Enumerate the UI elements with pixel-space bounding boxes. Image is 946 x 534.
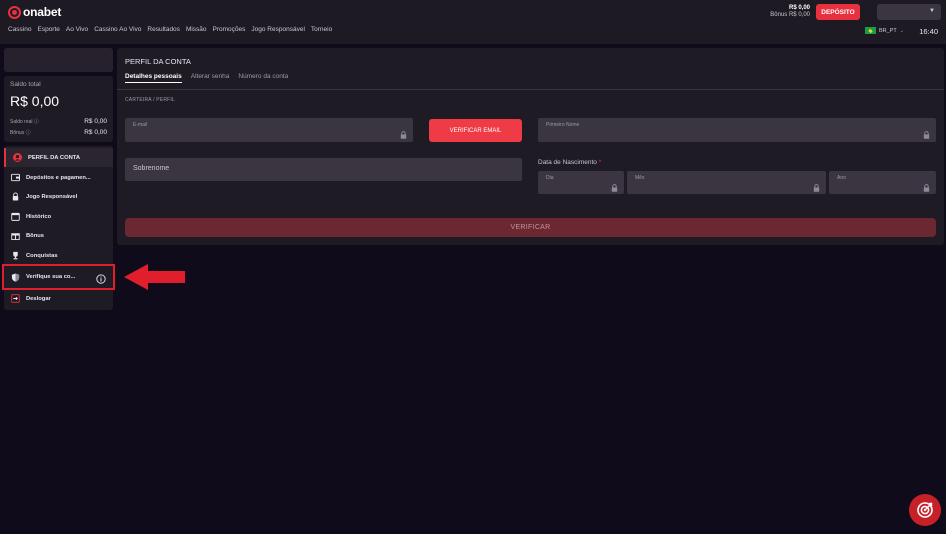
sidebar-top-block [4, 48, 113, 72]
trophy-icon [11, 251, 20, 260]
sidebar-item-achievements[interactable]: Conquistas [4, 246, 113, 265]
email-placeholder: E-mail [133, 122, 148, 128]
chevron-down-icon: ⌄ [899, 27, 904, 34]
lock-icon [923, 179, 930, 197]
dob-month-placeholder: Mês [635, 175, 645, 181]
wallet-icon [11, 173, 20, 182]
brand-logo[interactable]: onabet [8, 5, 61, 19]
lock-icon [400, 126, 407, 144]
header-balance: R$ 0,00 Bônus R$ 0,00 [770, 5, 810, 19]
support-fab[interactable] [909, 494, 941, 526]
nav-item-jogo-responsavel[interactable]: Jogo Responsável [251, 26, 304, 33]
sidebar-item-responsible-gaming[interactable]: Jogo Responsável [4, 187, 113, 206]
language-label: BR_PT [879, 27, 897, 34]
balance-card: Saldo total R$ 0,00 Saldo real ⓘ R$ 0,00… [4, 76, 113, 142]
account-dropdown[interactable]: ▼ [877, 4, 941, 20]
dob-day-placeholder: Dia [546, 175, 554, 181]
date-of-birth-text: Data de Nascimento [538, 159, 597, 166]
tab-account-number[interactable]: Número da conta [238, 73, 288, 83]
dob-year-select[interactable]: Ano [829, 171, 936, 194]
chevron-down-icon: ▼ [929, 8, 935, 14]
page-title: PERFIL DA CONTA [125, 57, 191, 66]
lock-icon [813, 179, 820, 197]
clock: 16:40 [919, 27, 938, 36]
profile-tabs: Detalhes pessoais Alterar senha Número d… [125, 73, 288, 83]
sidebar-item-history[interactable]: Histórico [4, 207, 113, 226]
dob-day-select[interactable]: Dia [538, 171, 624, 194]
sidebar-item-logout[interactable]: Deslogar [4, 289, 113, 308]
email-field[interactable]: E-mail [125, 118, 413, 142]
account-menu: PERFIL DA CONTA Depósitos e pagamen... J… [2, 146, 115, 310]
gift-icon [11, 231, 20, 240]
language-selector[interactable]: BR_PT ⌄ [865, 27, 904, 34]
dob-year-placeholder: Ano [837, 175, 846, 181]
shield-icon [11, 272, 20, 282]
calendar-icon [11, 212, 20, 221]
total-balance-value: R$ 0,00 [10, 93, 60, 109]
sidebar-item-label: PERFIL DA CONTA [28, 154, 81, 161]
sidebar-item-label: Verifique sua co... [26, 274, 76, 280]
required-marker: * [598, 159, 602, 166]
sidebar-item-deposits[interactable]: Depósitos e pagamen... [4, 168, 113, 187]
nav-item-ao-vivo[interactable]: Ao Vivo [66, 26, 88, 33]
sidebar-item-label: Jogo Responsável [26, 193, 78, 200]
verify-button[interactable]: VERIFICAR [125, 218, 936, 237]
nav-item-missao[interactable]: Missão [186, 26, 207, 33]
nav-item-resultados[interactable]: Resultados [147, 26, 180, 33]
real-balance-row: Saldo real ⓘ R$ 0,00 [10, 118, 107, 125]
header-bonus-amount: Bônus R$ 0,00 [770, 12, 810, 18]
nav-item-esporte[interactable]: Esporte [37, 26, 59, 33]
date-of-birth-label: Data de Nascimento * [538, 159, 601, 166]
divider [117, 89, 944, 90]
info-icon[interactable] [96, 271, 106, 289]
logout-icon [11, 294, 20, 303]
sidebar-item-label: Conquistas [26, 252, 58, 259]
first-name-field[interactable]: Primeiro Nome [538, 118, 936, 142]
tab-change-password[interactable]: Alterar senha [191, 73, 230, 83]
last-name-placeholder: Sobrenome [133, 165, 170, 172]
last-name-field[interactable]: Sobrenome [125, 158, 522, 181]
nav-item-torneio[interactable]: Torneio [311, 26, 332, 33]
target-icon [917, 502, 933, 518]
user-icon [13, 153, 22, 162]
deposit-button[interactable]: DEPÓSITO [816, 4, 860, 20]
header-balance-amount: R$ 0,00 [788, 5, 810, 11]
verify-email-button[interactable]: VERIFICAR EMAIL [429, 119, 522, 142]
logo-text: onabet [23, 5, 62, 19]
sidebar-item-label: Bônus [26, 232, 45, 239]
first-name-placeholder: Primeiro Nome [546, 122, 580, 128]
lock-icon [923, 126, 930, 144]
logo-icon [8, 5, 21, 19]
bonus-balance-label: Bônus ⓘ [10, 130, 31, 136]
dob-month-select[interactable]: Mês [627, 171, 826, 194]
lock-icon [11, 192, 20, 201]
total-balance-label: Saldo total [10, 81, 41, 88]
breadcrumb: CARTEIRA / PERFIL [125, 97, 175, 103]
bonus-balance-value: R$ 0,00 [84, 129, 107, 136]
sidebar-item-account-profile[interactable]: PERFIL DA CONTA [4, 148, 113, 167]
sidebar-item-bonus[interactable]: Bônus [4, 226, 113, 245]
nav-item-cassino[interactable]: Cassino [8, 26, 31, 33]
lock-icon [611, 179, 618, 197]
brazil-flag-icon [865, 27, 876, 34]
tab-personal-details[interactable]: Detalhes pessoais [125, 73, 182, 83]
sidebar-item-label: Histórico [26, 213, 52, 220]
sidebar-item-label: Depósitos e pagamen... [26, 174, 91, 181]
profile-panel: PERFIL DA CONTA Detalhes pessoais Altera… [117, 48, 944, 245]
nav-item-cassino-ao-vivo[interactable]: Cassino Ao Vivo [94, 26, 141, 33]
real-balance-value: R$ 0,00 [84, 118, 107, 125]
sidebar-item-verify-account[interactable]: Verifique sua co... [2, 264, 115, 290]
main-nav: Cassino Esporte Ao Vivo Cassino Ao Vivo … [8, 26, 332, 33]
real-balance-label: Saldo real ⓘ [10, 119, 39, 125]
annotation-arrow-icon [124, 264, 185, 290]
bonus-balance-row: Bônus ⓘ R$ 0,00 [10, 129, 107, 136]
sidebar-item-label: Deslogar [26, 295, 51, 302]
nav-item-promocoes[interactable]: Promoções [213, 26, 246, 33]
top-header: onabet Cassino Esporte Ao Vivo Cassino A… [0, 0, 946, 44]
